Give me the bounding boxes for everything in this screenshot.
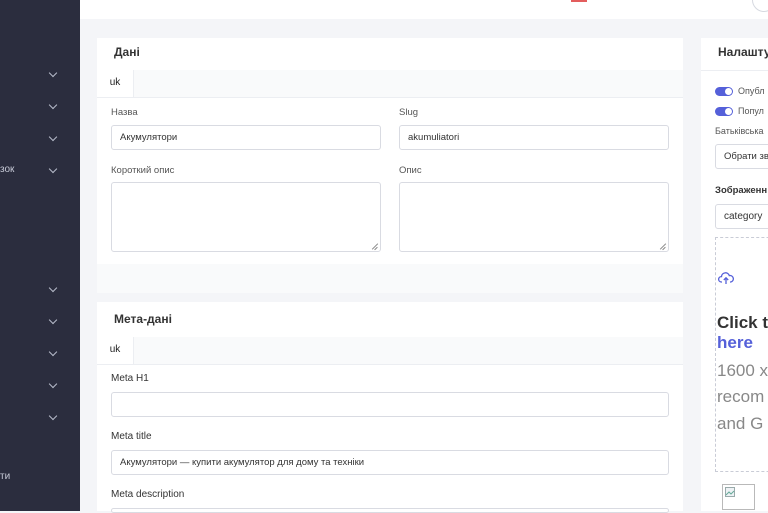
short-description-label: Короткий опис	[111, 165, 175, 176]
cloud-upload-icon	[718, 272, 734, 284]
dropzone-here-link[interactable]: here	[717, 333, 753, 353]
sidebar-item-3[interactable]	[0, 130, 80, 150]
sidebar-item-label: зок	[0, 164, 15, 175]
published-toggle[interactable]	[715, 87, 733, 96]
image-label: Зображенн	[715, 185, 768, 196]
broken-image-icon	[725, 487, 735, 497]
tab-uk[interactable]: uk	[97, 337, 134, 364]
published-label: Опубл	[738, 86, 765, 96]
sidebar-item-10[interactable]: ти	[0, 469, 80, 489]
popular-label: Попул	[738, 106, 764, 116]
description-textarea[interactable]	[399, 182, 669, 252]
flag-icon[interactable]	[571, 0, 587, 2]
parent-label: Батьківська	[715, 126, 764, 136]
resize-handle-icon[interactable]	[660, 243, 666, 249]
chevron-down-icon	[48, 315, 58, 325]
dropzone-size-text: 1600 x	[717, 361, 768, 380]
name-input[interactable]: Акумулятори	[111, 125, 381, 150]
parent-select[interactable]: Обрати зв	[715, 144, 768, 169]
meta-description-label: Meta description	[111, 489, 185, 500]
chevron-down-icon	[48, 132, 58, 142]
image-preview	[722, 484, 755, 510]
language-tabs: uk	[97, 70, 683, 98]
divider	[701, 70, 768, 71]
chevron-down-icon	[48, 283, 58, 293]
dropzone-recommend-text: recom	[717, 387, 765, 406]
sidebar-item-5[interactable]	[0, 281, 80, 301]
meta-card: Мета-дані uk Meta H1 Meta title Акумулят…	[97, 302, 683, 513]
sidebar-item-9[interactable]	[0, 409, 80, 429]
dropzone-click-text: Click t	[717, 313, 768, 332]
chevron-down-icon	[48, 411, 58, 421]
chevron-down-icon	[48, 100, 58, 110]
image-dropzone[interactable]: Click t here 1600 x recom and G	[715, 237, 768, 472]
sidebar-item-6[interactable]	[0, 313, 80, 333]
sidebar-item-8[interactable]	[0, 377, 80, 397]
avatar[interactable]	[752, 0, 768, 12]
meta-h1-label: Meta H1	[111, 373, 149, 384]
image-name-input[interactable]: category	[715, 204, 768, 229]
resize-handle-icon[interactable]	[372, 243, 378, 249]
description-label: Опис	[399, 165, 422, 176]
data-card: Дані uk Назва Акумулятори Slug akumuliat…	[97, 38, 683, 293]
name-label: Назва	[111, 107, 138, 118]
card-title: Мета-дані	[114, 312, 172, 326]
slug-input[interactable]: akumuliatori	[399, 125, 669, 150]
short-description-textarea[interactable]	[111, 182, 381, 252]
card-footer	[97, 264, 683, 293]
popular-toggle[interactable]	[715, 107, 733, 116]
dropzone-formats-text: and G	[717, 414, 764, 433]
chevron-down-icon	[48, 68, 58, 78]
meta-title-input[interactable]: Акумулятори — купити акумулятор для дому…	[111, 450, 669, 475]
card-title: Дані	[114, 45, 140, 59]
sidebar-item-4[interactable]: зок	[0, 162, 80, 182]
top-bar	[80, 0, 768, 19]
slug-label: Slug	[399, 107, 419, 118]
card-title: Налашту	[718, 45, 768, 59]
meta-title-label: Meta title	[111, 431, 152, 442]
chevron-down-icon	[48, 379, 58, 389]
language-tabs: uk	[97, 337, 683, 365]
tab-uk[interactable]: uk	[97, 70, 134, 97]
settings-card: Налашту Опубл Попул Батьківська Обрати з…	[701, 38, 768, 511]
meta-h1-input[interactable]	[111, 392, 669, 417]
chevron-down-icon	[48, 347, 58, 357]
sidebar: зок ти	[0, 0, 80, 511]
sidebar-item-7[interactable]	[0, 345, 80, 365]
sidebar-item-1[interactable]	[0, 66, 80, 86]
chevron-down-icon	[48, 164, 58, 174]
sidebar-item-2[interactable]	[0, 98, 80, 118]
sidebar-item-label: ти	[0, 471, 11, 482]
